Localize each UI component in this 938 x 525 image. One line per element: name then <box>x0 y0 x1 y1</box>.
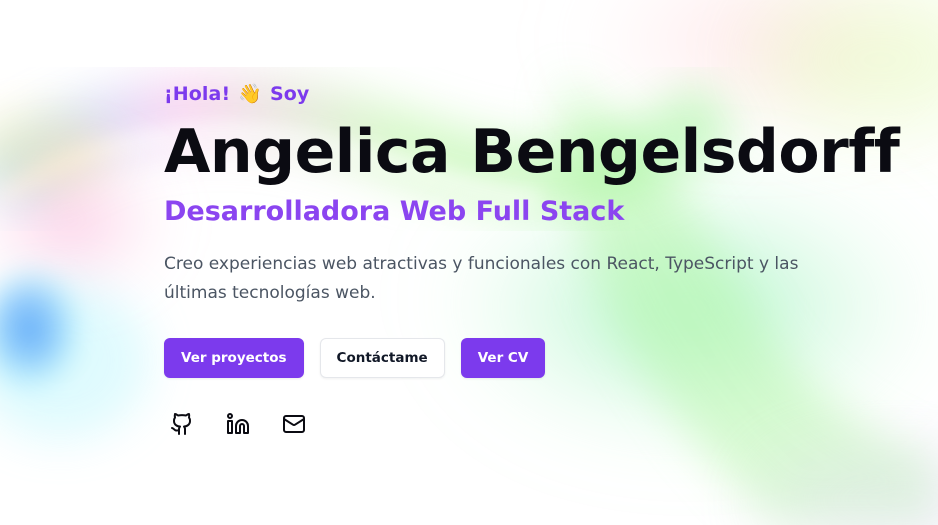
waving-hand-icon: 👋 <box>238 82 262 105</box>
hero-section: ¡Hola! 👋 Soy Angelica Bengelsdorff Desar… <box>0 0 938 525</box>
github-icon <box>171 413 192 435</box>
linkedin-icon <box>227 413 249 434</box>
view-cv-button[interactable]: Ver CV <box>460 338 546 378</box>
social-links <box>166 408 884 440</box>
role-subtitle: Desarrolladora Web Full Stack <box>164 196 625 227</box>
hero-content: ¡Hola! 👋 Soy Angelica Bengelsdorff Desar… <box>164 80 900 440</box>
github-link[interactable] <box>166 408 198 440</box>
page-title: Angelica Bengelsdorff <box>164 117 900 187</box>
mail-icon <box>283 415 305 433</box>
greeting-line: ¡Hola! 👋 Soy <box>164 80 884 108</box>
greeting-text: ¡Hola! <box>164 83 231 105</box>
hero-description: Creo experiencias web atractivas y funci… <box>164 254 799 303</box>
cta-group: Ver proyectos Contáctame Ver CV <box>164 338 884 378</box>
contact-button[interactable]: Contáctame <box>319 338 445 378</box>
linkedin-link[interactable] <box>222 408 254 440</box>
view-projects-button[interactable]: Ver proyectos <box>164 338 304 378</box>
greeting-suffix: Soy <box>269 83 310 105</box>
email-link[interactable] <box>278 408 310 440</box>
